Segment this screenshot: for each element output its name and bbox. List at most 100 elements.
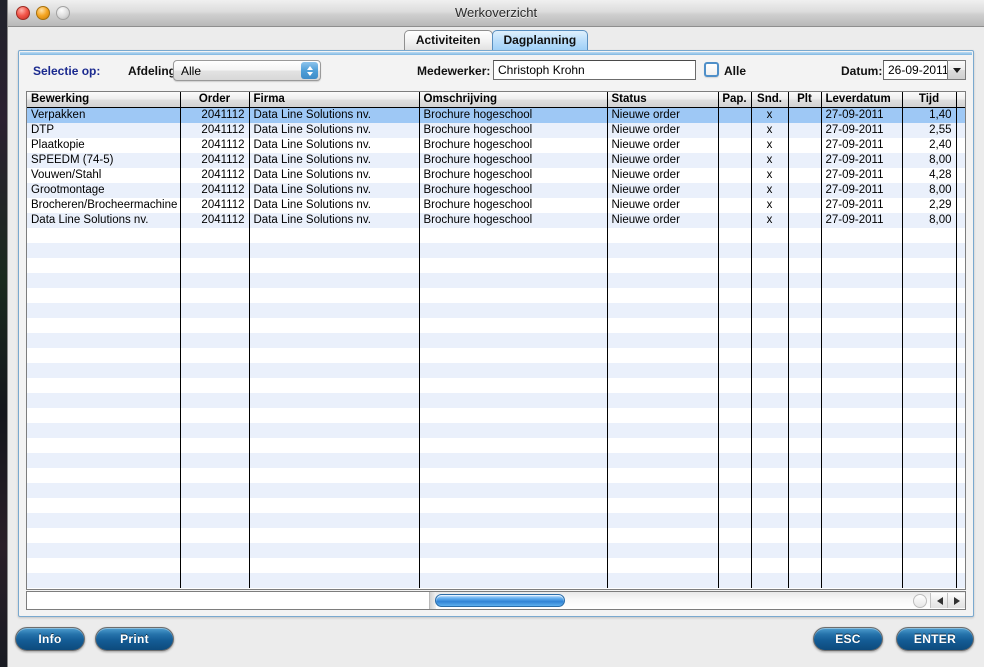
cell-empty xyxy=(180,257,250,273)
window-titlebar[interactable]: Werkoverzicht xyxy=(8,0,984,27)
cell-empty xyxy=(902,572,957,588)
table-row-empty[interactable] xyxy=(27,302,965,318)
table-row-empty[interactable] xyxy=(27,497,965,513)
table-row-empty[interactable] xyxy=(27,542,965,558)
table-row-empty[interactable] xyxy=(27,557,965,573)
table-row-empty[interactable] xyxy=(27,422,965,438)
cell-empty xyxy=(956,467,965,483)
cell-empty xyxy=(718,572,752,588)
info-button[interactable]: Info xyxy=(15,627,85,651)
cell-empty xyxy=(718,332,752,348)
col-header-bewerking[interactable]: Bewerking xyxy=(27,92,181,108)
scroll-left-arrow[interactable] xyxy=(930,593,948,608)
table-row-empty[interactable] xyxy=(27,332,965,348)
table-row-empty[interactable] xyxy=(27,452,965,468)
cell-spare xyxy=(956,152,965,168)
cell-empty xyxy=(419,497,608,513)
table-row-empty[interactable] xyxy=(27,407,965,423)
cell-leverdatum: 27-09-2011 xyxy=(821,137,903,153)
cell-empty xyxy=(821,497,903,513)
table-row[interactable]: Brocheren/Brocheermachine 2041112 Data Lin… xyxy=(27,197,965,213)
cell-empty xyxy=(27,332,181,348)
tab-activiteiten-label: Activiteiten xyxy=(415,33,481,47)
cell-empty xyxy=(607,407,719,423)
col-header-snd[interactable]: Snd. xyxy=(751,92,789,108)
cell-empty xyxy=(419,272,608,288)
cell-pap xyxy=(718,122,752,138)
work-overview-table[interactable]: Bewerking Order Firma Omschrijving Statu… xyxy=(26,91,966,590)
col-header-pap[interactable]: Pap. xyxy=(718,92,752,108)
cell-empty xyxy=(718,347,752,363)
afdeling-select[interactable]: Alle xyxy=(173,60,321,81)
cell-omschrijving: Brochure hogeschool xyxy=(419,212,608,228)
table-row[interactable]: Plaatkopie 2041112 Data Line Solutions nv.… xyxy=(27,137,965,153)
tab-activiteiten[interactable]: Activiteiten xyxy=(403,30,493,50)
table-row-empty[interactable] xyxy=(27,392,965,408)
cell-leverdatum: 27-09-2011 xyxy=(821,182,903,198)
col-header-spare[interactable] xyxy=(956,92,965,108)
table-row-empty[interactable] xyxy=(27,512,965,528)
table-row[interactable]: SPEEDM (74-5) 2041112 Data Line Solutions … xyxy=(27,152,965,168)
col-header-firma[interactable]: Firma xyxy=(249,92,420,108)
datum-dropdown-button[interactable] xyxy=(947,60,966,80)
col-header-leverdatum[interactable]: Leverdatum xyxy=(821,92,903,108)
table-row-empty[interactable] xyxy=(27,272,965,288)
cell-empty xyxy=(249,272,420,288)
cell-empty xyxy=(249,287,420,303)
col-header-tijd[interactable]: Tijd xyxy=(902,92,957,108)
print-button[interactable]: Print xyxy=(95,627,174,651)
col-header-omschrijving[interactable]: Omschrijving xyxy=(419,92,608,108)
cell-empty xyxy=(180,287,250,303)
table-row[interactable]: DTP 2041112 Data Line Solutions nv. Brochur… xyxy=(27,122,965,138)
table-row-empty[interactable] xyxy=(27,362,965,378)
horizontal-scrollbar[interactable] xyxy=(26,591,966,610)
esc-button[interactable]: ESC xyxy=(813,627,883,651)
medewerker-input[interactable]: Christoph Krohn xyxy=(493,60,696,80)
table-row[interactable]: Verpakken 2041112 Data Line Solutions nv. B… xyxy=(27,107,965,123)
cell-empty xyxy=(718,242,752,258)
table-row-empty[interactable] xyxy=(27,467,965,483)
table-row-empty[interactable] xyxy=(27,572,965,588)
cell-omschrijving: Brochure hogeschool xyxy=(419,107,608,123)
table-row-empty[interactable] xyxy=(27,227,965,243)
scrollbar-thumb[interactable] xyxy=(435,594,565,607)
scrollbar-track[interactable] xyxy=(429,592,965,609)
cell-omschrijving: Brochure hogeschool xyxy=(419,197,608,213)
table-row[interactable]: Vouwen/Stahl 2041112 Data Line Solutions n… xyxy=(27,167,965,183)
cell-empty xyxy=(607,242,719,258)
cell-empty xyxy=(718,362,752,378)
cell-leverdatum: 27-09-2011 xyxy=(821,122,903,138)
table-row-empty[interactable] xyxy=(27,242,965,258)
col-header-status[interactable]: Status xyxy=(607,92,719,108)
table-row-empty[interactable] xyxy=(27,287,965,303)
cell-empty xyxy=(788,302,822,318)
cell-empty xyxy=(249,407,420,423)
cell-empty xyxy=(821,392,903,408)
table-row-empty[interactable] xyxy=(27,317,965,333)
cell-empty xyxy=(180,452,250,468)
table-row-empty[interactable] xyxy=(27,377,965,393)
cell-empty xyxy=(902,557,957,573)
enter-button[interactable]: ENTER xyxy=(896,627,974,651)
cell-empty xyxy=(902,227,957,243)
cell-empty xyxy=(249,512,420,528)
col-header-plt[interactable]: Plt xyxy=(788,92,822,108)
table-row-empty[interactable] xyxy=(27,482,965,498)
cell-empty xyxy=(607,272,719,288)
scroll-right-arrow[interactable] xyxy=(947,593,965,608)
tab-dagplanning[interactable]: Dagplanning xyxy=(491,30,589,50)
table-row-empty[interactable] xyxy=(27,437,965,453)
table-row-empty[interactable] xyxy=(27,527,965,543)
table-row[interactable]: Data Line Solutions nv. 2041112 Data Line … xyxy=(27,212,965,228)
table-row[interactable]: Grootmontage 2041112 Data Line Solutions n… xyxy=(27,182,965,198)
cell-empty xyxy=(249,392,420,408)
cell-empty xyxy=(419,452,608,468)
cell-pap xyxy=(718,152,752,168)
table-row-empty[interactable] xyxy=(27,347,965,363)
cell-order: 2041112 xyxy=(180,152,250,168)
cell-empty xyxy=(788,557,822,573)
col-header-order[interactable]: Order xyxy=(180,92,250,108)
cell-empty xyxy=(249,362,420,378)
alle-checkbox[interactable] xyxy=(704,62,719,77)
table-row-empty[interactable] xyxy=(27,257,965,273)
